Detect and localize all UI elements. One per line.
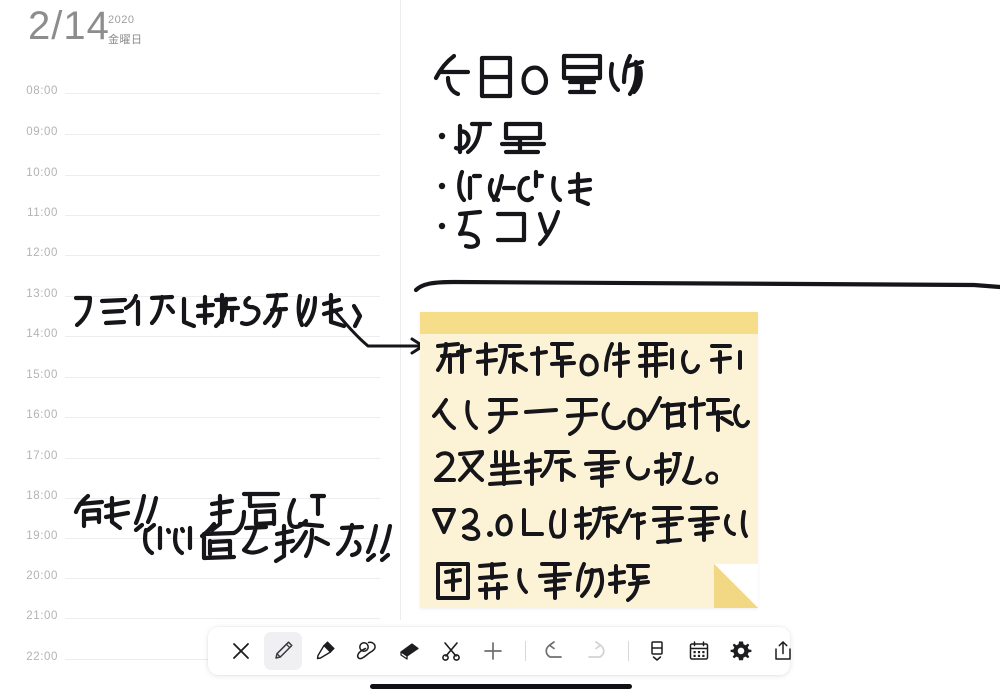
time-label: 16:00: [26, 409, 58, 421]
schedule-panel[interactable]: 08:00 09:00 10:00 11:00 12:00 13:00 14:0…: [0, 0, 400, 663]
handwriting-list-item-potato: [436, 168, 606, 212]
time-line: [65, 296, 380, 297]
scissors-tool-button[interactable]: [432, 632, 470, 670]
sticky-note-line-3: [434, 450, 719, 495]
time-label: 11:00: [27, 207, 58, 219]
time-slot[interactable]: 17:00: [0, 450, 400, 462]
sticky-note-line-4: [432, 506, 752, 551]
pencil-tool-button[interactable]: [264, 632, 302, 670]
scissors-icon: [442, 642, 460, 661]
time-slot[interactable]: 20:00: [0, 570, 400, 582]
time-slot[interactable]: 19:00: [0, 530, 400, 542]
calendar-icon: [689, 641, 709, 660]
time-slot[interactable]: 14:00: [0, 328, 400, 340]
eraser-tool-button[interactable]: [390, 632, 428, 670]
time-label: 08:00: [26, 85, 58, 97]
time-label: 12:00: [26, 247, 58, 259]
time-line: [65, 618, 380, 619]
time-label: 21:00: [26, 610, 58, 622]
time-label: 18:00: [26, 490, 58, 502]
stamp-tool-button[interactable]: [348, 632, 386, 670]
marker-icon: [316, 641, 335, 660]
time-label: 10:00: [26, 167, 58, 179]
eraser-icon: [400, 643, 419, 660]
toolbar-separator-left: [525, 641, 526, 661]
time-line: [65, 458, 380, 459]
stamp-icon: [356, 641, 376, 660]
pencil-icon: [275, 641, 293, 659]
plus-icon: [484, 642, 502, 660]
time-slot[interactable]: 12:00: [0, 247, 400, 259]
close-button[interactable]: [222, 632, 260, 670]
sticky-note-line-1: [434, 342, 748, 387]
time-slot[interactable]: 21:00: [0, 610, 400, 622]
time-label: 22:00: [26, 651, 58, 663]
handwriting-shopping-title: [433, 52, 645, 102]
sticky-note[interactable]: [420, 312, 758, 608]
time-line: [65, 134, 380, 135]
add-button[interactable]: [474, 632, 512, 670]
time-line: [65, 255, 380, 256]
notebook-app: 2/14 2020 金曜日 08:00 09:00 10:00 11:00 12…: [0, 0, 1000, 698]
time-line: [65, 215, 380, 216]
calendar-button[interactable]: [680, 632, 718, 670]
time-label: 19:00: [26, 530, 58, 542]
panel-divider: [400, 0, 401, 620]
time-slot[interactable]: 16:00: [0, 409, 400, 421]
home-indicator: [370, 684, 632, 689]
time-label: 09:00: [26, 126, 58, 138]
time-label: 15:00: [26, 369, 58, 381]
handwriting-list-item-third: [436, 208, 566, 252]
time-line: [65, 538, 380, 539]
time-line: [65, 175, 380, 176]
sticky-note-line-5: [434, 562, 654, 609]
time-slot[interactable]: 08:00: [0, 85, 400, 97]
time-slot[interactable]: 09:00: [0, 126, 400, 138]
undo-button[interactable]: [535, 632, 573, 670]
time-label: 14:00: [26, 328, 58, 340]
handwriting-divider-line: [413, 279, 1000, 295]
sticky-note-line-2: [432, 396, 750, 441]
toolbar-separator-right: [628, 641, 629, 661]
page-select-icon: [651, 641, 663, 661]
time-slot[interactable]: 10:00: [0, 167, 400, 179]
time-line: [65, 377, 380, 378]
time-line: [65, 93, 380, 94]
share-icon: [775, 641, 791, 660]
time-slot[interactable]: 11:00: [0, 207, 400, 219]
time-label: 13:00: [26, 288, 58, 300]
time-slot[interactable]: 13:00: [0, 288, 400, 300]
gear-icon: [730, 641, 752, 661]
time-label: 17:00: [26, 450, 58, 462]
time-line: [65, 417, 380, 418]
time-slot[interactable]: 15:00: [0, 369, 400, 381]
redo-button[interactable]: [577, 632, 615, 670]
time-line: [65, 578, 380, 579]
sticky-note-stripe: [420, 312, 758, 334]
redo-icon: [588, 641, 605, 658]
drawing-toolbar[interactable]: [208, 627, 791, 675]
sticky-note-fold-corner: [714, 564, 758, 608]
time-slot[interactable]: 18:00: [0, 490, 400, 502]
settings-button[interactable]: [722, 632, 760, 670]
time-line: [65, 498, 380, 499]
time-label: 20:00: [26, 570, 58, 582]
share-button[interactable]: [764, 632, 802, 670]
marker-tool-button[interactable]: [306, 632, 344, 670]
time-line: [65, 336, 380, 337]
handwriting-list-item-natto: [436, 118, 556, 162]
undo-icon: [545, 641, 562, 658]
close-icon: [233, 643, 249, 659]
page-select-button[interactable]: [638, 632, 676, 670]
